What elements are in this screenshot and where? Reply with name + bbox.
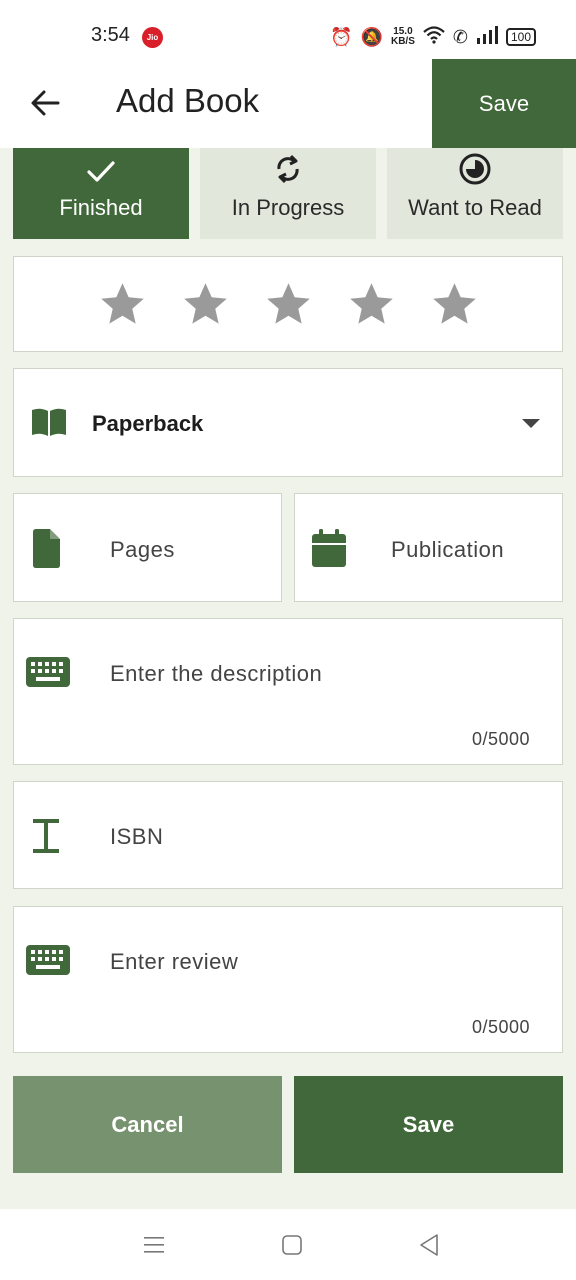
- star-icon[interactable]: [97, 279, 148, 330]
- format-dropdown[interactable]: Paperback: [13, 368, 563, 477]
- star-icon[interactable]: [263, 279, 314, 330]
- review-char-counter: 0/5000: [471, 1017, 530, 1037]
- star-icon[interactable]: [180, 279, 231, 330]
- save-button[interactable]: Save: [294, 1076, 563, 1173]
- signal-icon: [476, 25, 498, 49]
- isbn-field[interactable]: ISBN: [13, 781, 563, 889]
- keyboard-icon: [26, 945, 70, 975]
- status-finished-label: Finished: [59, 195, 143, 220]
- refresh-icon: [277, 154, 299, 184]
- check-icon: [87, 161, 115, 182]
- status-want-to-read-label: Want to Read: [408, 195, 542, 220]
- file-icon: [33, 529, 60, 568]
- star-icon[interactable]: [429, 279, 480, 330]
- star-icon[interactable]: [346, 279, 397, 330]
- menu-icon[interactable]: [144, 1235, 164, 1255]
- isbn-placeholder: ISBN: [110, 824, 164, 849]
- arrow-left-icon: [31, 90, 60, 116]
- status-in-progress-label: In Progress: [231, 195, 345, 220]
- network-speed: 15.0 KB/S: [391, 27, 415, 47]
- rating-card: [13, 256, 563, 352]
- speed-unit: KB/S: [390, 36, 415, 47]
- description-placeholder: Enter the description: [110, 661, 323, 686]
- status-icons: ⏰ 🔕 15.0 KB/S ✆ 100: [330, 24, 536, 50]
- status-finished-button[interactable]: Finished: [13, 148, 189, 239]
- review-field[interactable]: Enter review 0/5000: [13, 906, 563, 1053]
- review-placeholder: Enter review: [110, 949, 239, 974]
- call-icon: ✆: [452, 26, 468, 47]
- calendar-icon: [312, 529, 346, 567]
- cancel-button[interactable]: Cancel: [13, 1076, 282, 1173]
- home-square-icon[interactable]: [282, 1235, 302, 1255]
- page-title: Add Book: [116, 82, 260, 119]
- format-value: Paperback: [92, 411, 204, 436]
- chevron-down-icon: [522, 419, 540, 428]
- pages-placeholder: Pages: [110, 537, 175, 562]
- battery-indicator: 100: [505, 28, 536, 46]
- pages-field[interactable]: Pages: [13, 493, 282, 602]
- status-in-progress-button[interactable]: In Progress: [200, 148, 376, 239]
- open-book-icon: [32, 408, 66, 436]
- alarm-icon: ⏰: [330, 26, 353, 47]
- keyboard-icon: [26, 657, 70, 687]
- carrier-badge: Jio: [142, 27, 163, 48]
- half-circle-icon: [459, 153, 491, 185]
- wifi-icon: [423, 25, 445, 49]
- text-cursor-icon: [33, 819, 59, 853]
- description-char-counter: 0/5000: [471, 729, 530, 749]
- mute-icon: 🔕: [360, 26, 383, 47]
- description-field[interactable]: Enter the description 0/5000: [13, 618, 563, 765]
- back-button[interactable]: [28, 85, 62, 121]
- back-triangle-icon[interactable]: [418, 1233, 440, 1257]
- publication-field[interactable]: Publication: [294, 493, 563, 602]
- publication-placeholder: Publication: [391, 537, 505, 562]
- status-want-to-read-button[interactable]: Want to Read: [387, 148, 563, 239]
- status-time: 3:54: [91, 24, 130, 46]
- top-save-button[interactable]: Save: [432, 59, 576, 148]
